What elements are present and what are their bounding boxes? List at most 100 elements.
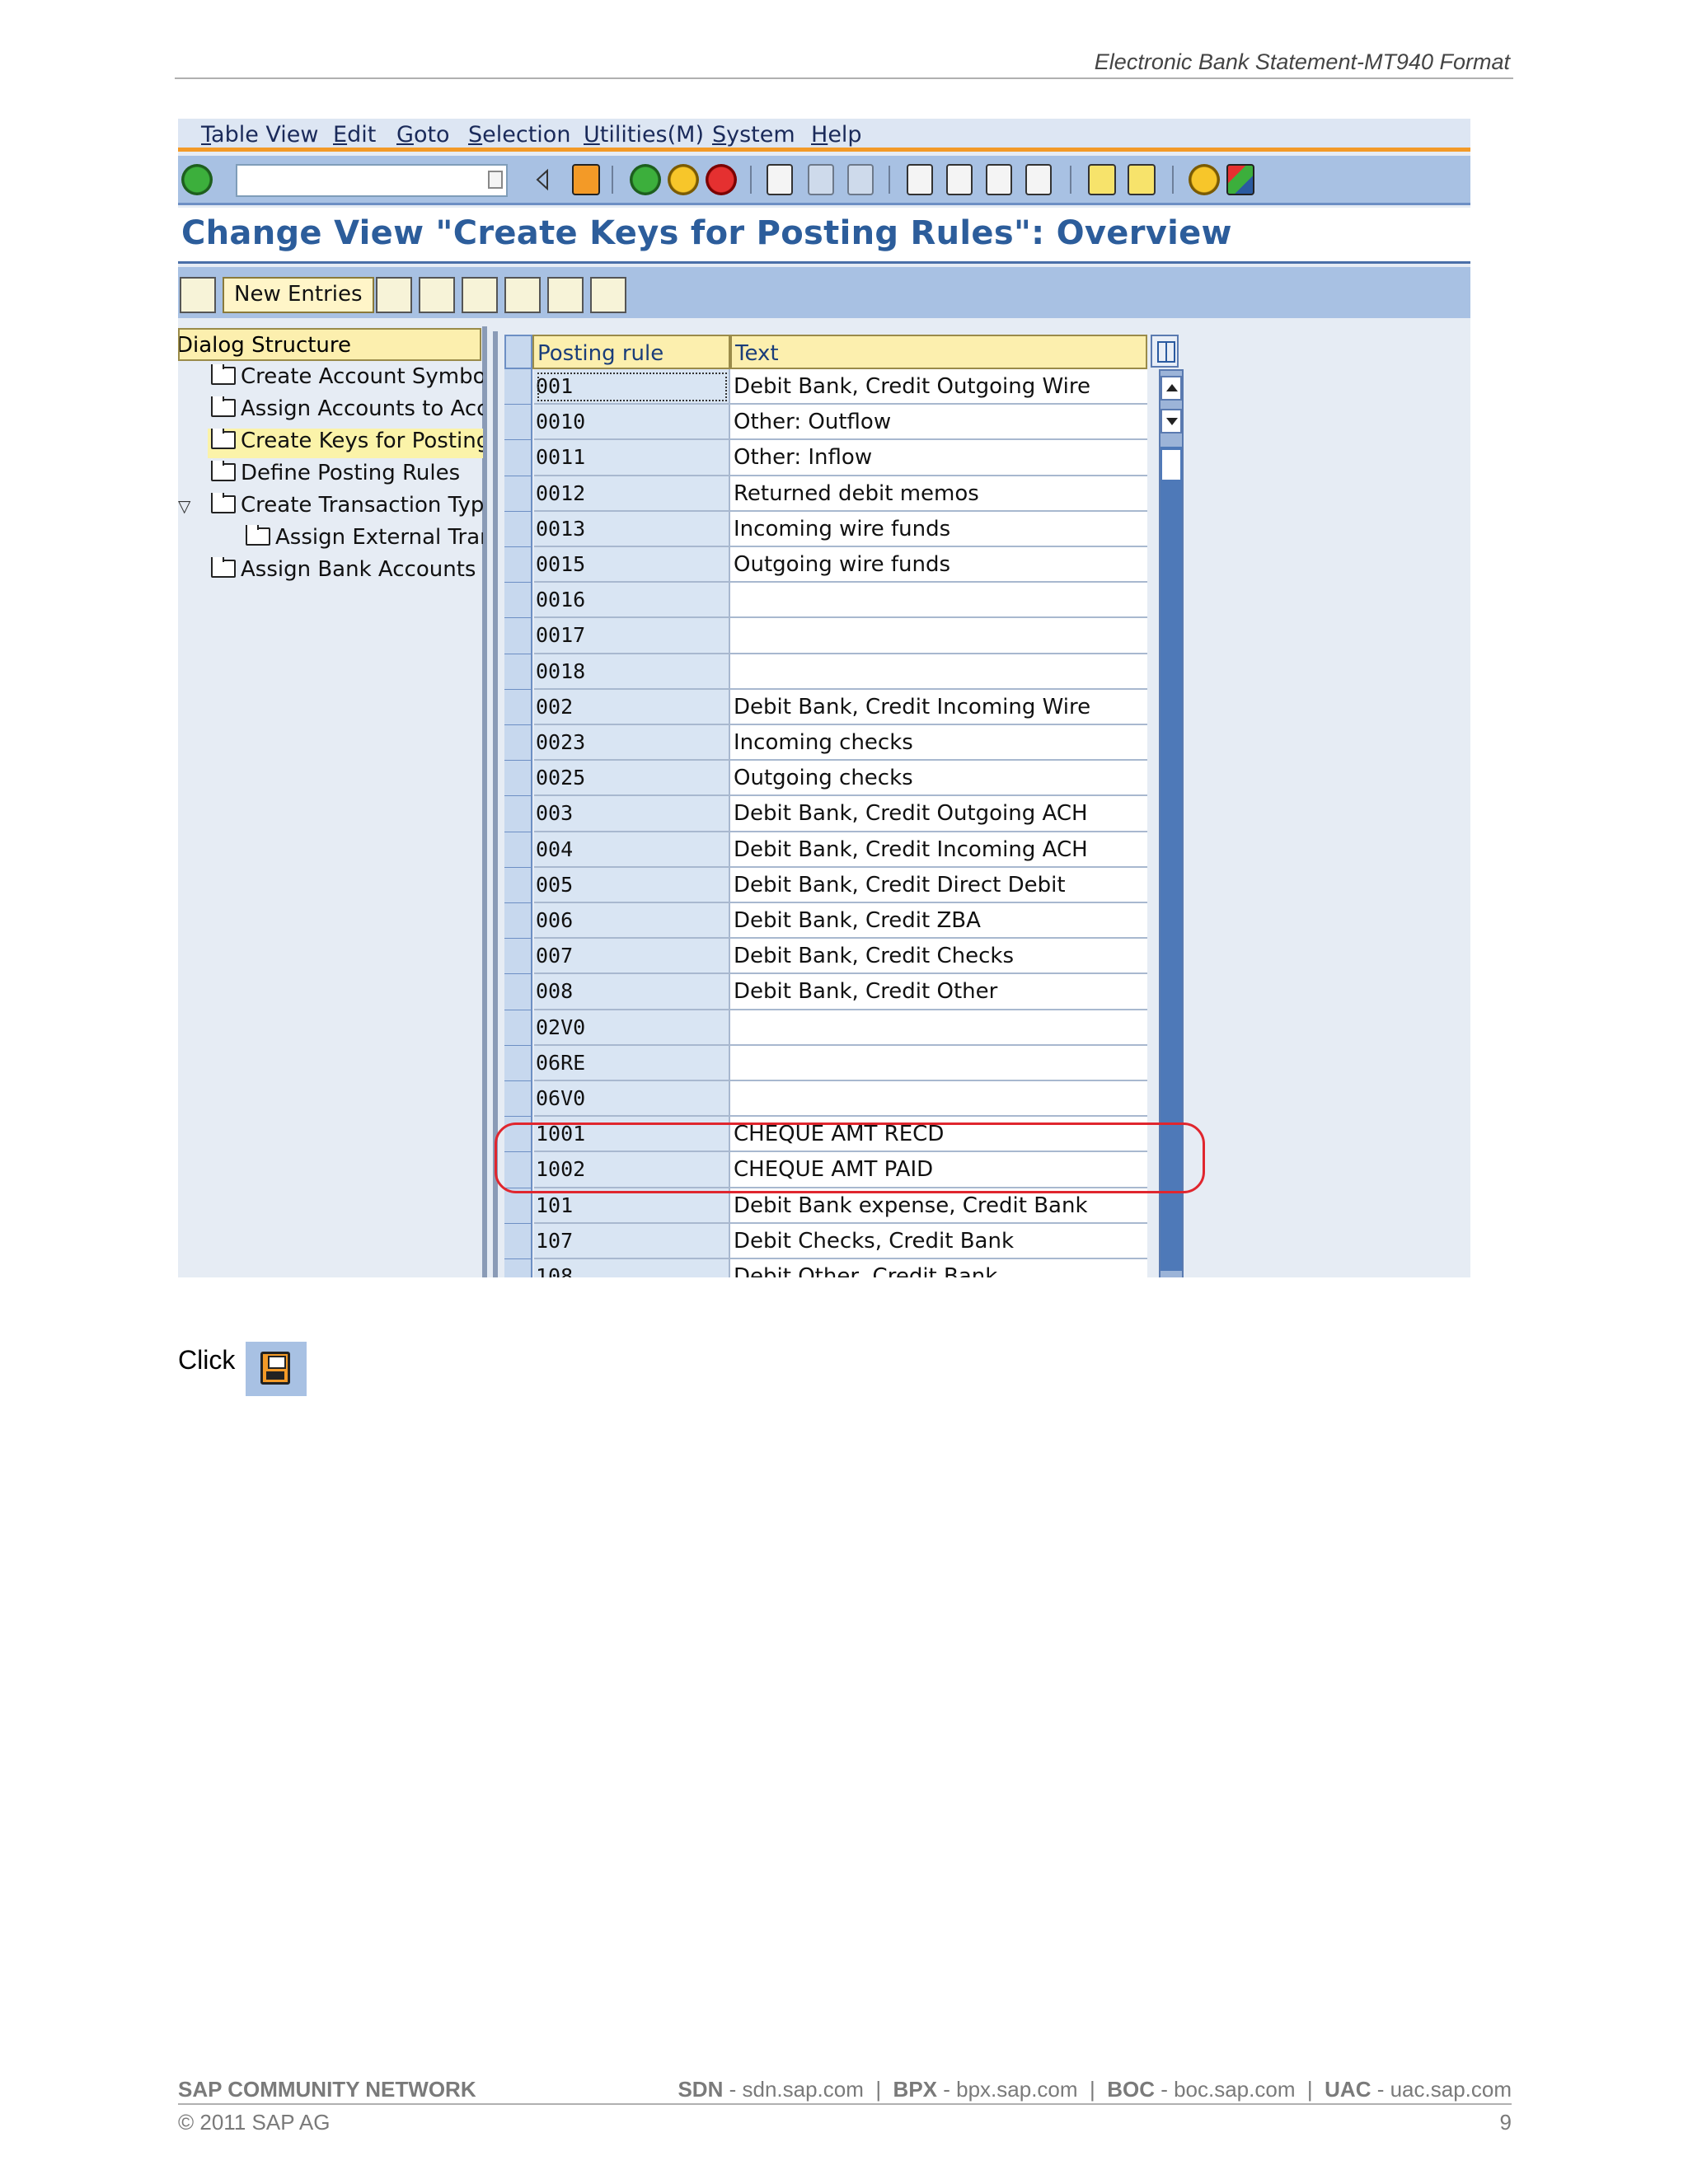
posting-rule-cell[interactable]: 108 — [534, 1259, 730, 1277]
posting-rule-cell[interactable]: 002 — [534, 689, 730, 725]
tree-item-create-transaction-type[interactable]: ▽ Create Transaction Type — [178, 493, 483, 523]
text-cell[interactable]: Debit Bank, Credit Other — [730, 974, 1147, 1010]
row-selector[interactable] — [504, 405, 532, 441]
menu-system[interactable]: System — [712, 122, 795, 148]
menu-table-view[interactable]: Table View — [201, 122, 318, 148]
menu-utilities[interactable]: Utilities(M) — [584, 122, 704, 148]
tree-item-define-posting-rules[interactable]: Define Posting Rules — [211, 461, 483, 490]
row-selector[interactable] — [504, 867, 532, 903]
posting-rule-cell[interactable]: 005 — [534, 867, 730, 903]
row-selector[interactable] — [504, 832, 532, 868]
table-row[interactable]: 0011 Other: Inflow — [504, 440, 1147, 476]
row-selector[interactable] — [504, 1188, 532, 1224]
previous-page-icon[interactable] — [946, 164, 973, 195]
footer-link-url[interactable]: boc.sap.com — [1174, 2077, 1295, 2102]
select-all-cell[interactable] — [504, 335, 532, 369]
posting-rule-cell[interactable]: 0018 — [534, 654, 730, 690]
deselect-all-icon[interactable] — [590, 277, 626, 313]
text-cell[interactable]: Debit Checks, Credit Bank — [730, 1223, 1147, 1259]
posting-rule-cell[interactable]: 101 — [534, 1188, 730, 1224]
menu-selection[interactable]: Selection — [468, 122, 570, 148]
tree-item-assign-bank-accounts[interactable]: Assign Bank Accounts to — [211, 557, 483, 587]
text-cell[interactable]: Debit Other, Credit Bank — [730, 1259, 1147, 1277]
row-selector[interactable] — [504, 796, 532, 832]
find-next-icon[interactable] — [847, 164, 874, 195]
enter-check-icon[interactable] — [181, 164, 213, 195]
posting-rule-cell[interactable]: 0011 — [534, 440, 730, 476]
posting-rule-cell[interactable]: 06V0 — [534, 1081, 730, 1118]
footer-link-url[interactable]: uac.sap.com — [1390, 2077, 1512, 2102]
column-header-text[interactable]: Text — [730, 335, 1147, 369]
row-selector[interactable] — [504, 583, 532, 619]
text-cell[interactable]: Returned debit memos — [730, 476, 1147, 512]
scroll-up-icon[interactable] — [1160, 376, 1182, 401]
table-row[interactable]: 02V0 — [504, 1010, 1147, 1046]
text-cell[interactable]: Other: Outflow — [730, 405, 1147, 441]
print-icon[interactable] — [767, 164, 793, 195]
menu-help[interactable]: Help — [811, 122, 862, 148]
text-cell[interactable]: Incoming wire funds — [730, 511, 1147, 547]
save-icon[interactable] — [572, 164, 600, 195]
row-selector[interactable] — [504, 547, 532, 583]
text-cell[interactable]: Incoming checks — [730, 725, 1147, 762]
posting-rule-cell[interactable]: 02V0 — [534, 1010, 730, 1046]
text-cell[interactable] — [730, 1045, 1147, 1081]
display-change-icon[interactable] — [180, 277, 216, 313]
cancel-icon[interactable] — [706, 164, 737, 195]
table-row[interactable]: 107 Debit Checks, Credit Bank — [504, 1223, 1147, 1259]
table-row[interactable]: 001 Debit Bank, Credit Outgoing Wire — [504, 369, 1147, 405]
tree-item-create-keys[interactable]: Create Keys for Posting I — [208, 429, 483, 458]
scroll-down-icon[interactable] — [1160, 409, 1182, 434]
tree-item-assign-external-tran[interactable]: Assign External Tran — [246, 525, 483, 555]
text-cell[interactable] — [730, 1010, 1147, 1046]
posting-rule-cell[interactable]: 0013 — [534, 511, 730, 547]
table-row[interactable]: 008 Debit Bank, Credit Other — [504, 974, 1147, 1010]
delete-icon[interactable] — [419, 277, 455, 313]
back-arrow-icon[interactable] — [534, 164, 551, 195]
table-row[interactable]: 0018 — [504, 654, 1147, 690]
table-row[interactable]: 0016 — [504, 583, 1147, 619]
posting-rule-cell[interactable]: 0012 — [534, 476, 730, 512]
row-selector[interactable] — [504, 725, 532, 762]
text-cell[interactable]: Debit Bank, Credit Incoming Wire — [730, 689, 1147, 725]
row-selector[interactable] — [504, 1045, 532, 1081]
table-row[interactable]: 0013 Incoming wire funds — [504, 511, 1147, 547]
text-cell[interactable] — [730, 583, 1147, 619]
select-all-icon[interactable] — [504, 277, 541, 313]
tree-item-assign-accounts[interactable]: Assign Accounts to Acco — [211, 396, 483, 426]
find-icon[interactable] — [808, 164, 834, 195]
table-settings-icon[interactable] — [1151, 335, 1179, 368]
text-cell[interactable]: Debit Bank, Credit Outgoing Wire — [730, 369, 1147, 405]
footer-link-url[interactable]: bpx.sap.com — [956, 2077, 1077, 2102]
row-selector[interactable] — [504, 1010, 532, 1046]
table-row[interactable]: 0023 Incoming checks — [504, 725, 1147, 762]
posting-rule-cell[interactable]: 0023 — [534, 725, 730, 762]
back-icon[interactable] — [630, 164, 661, 195]
posting-rule-cell[interactable]: 107 — [534, 1223, 730, 1259]
help-icon[interactable] — [1189, 164, 1220, 195]
table-row[interactable]: 06V0 — [504, 1081, 1147, 1118]
posting-rule-cell[interactable]: 003 — [534, 796, 730, 832]
table-row[interactable]: 003 Debit Bank, Credit Outgoing ACH — [504, 796, 1147, 832]
expand-triangle-icon[interactable]: ▽ — [178, 496, 190, 516]
table-row[interactable]: 101 Debit Bank expense, Credit Bank — [504, 1188, 1147, 1224]
shortcut-icon[interactable] — [1128, 164, 1156, 195]
row-selector[interactable] — [504, 1223, 532, 1259]
row-selector[interactable] — [504, 511, 532, 547]
text-cell[interactable]: Outgoing checks — [730, 761, 1147, 797]
text-cell[interactable] — [730, 618, 1147, 654]
text-cell[interactable]: Debit Bank, Credit Direct Debit — [730, 867, 1147, 903]
command-history-icon[interactable] — [488, 171, 503, 189]
text-cell[interactable]: Debit Bank expense, Credit Bank — [730, 1188, 1147, 1224]
posting-rule-cell[interactable]: 0025 — [534, 761, 730, 797]
row-selector[interactable] — [504, 654, 532, 690]
new-entries-button[interactable]: New Entries — [223, 277, 374, 313]
column-header-posting-rule[interactable]: Posting rule — [532, 335, 730, 369]
create-session-icon[interactable] — [1088, 164, 1116, 195]
table-row[interactable]: 108 Debit Other, Credit Bank — [504, 1259, 1147, 1277]
posting-rule-cell[interactable]: 0010 — [534, 405, 730, 441]
table-row[interactable]: 0012 Returned debit memos — [504, 476, 1147, 512]
table-row[interactable]: 0025 Outgoing checks — [504, 761, 1147, 797]
row-selector[interactable] — [504, 903, 532, 940]
posting-rule-cell[interactable]: 001 — [534, 369, 730, 405]
